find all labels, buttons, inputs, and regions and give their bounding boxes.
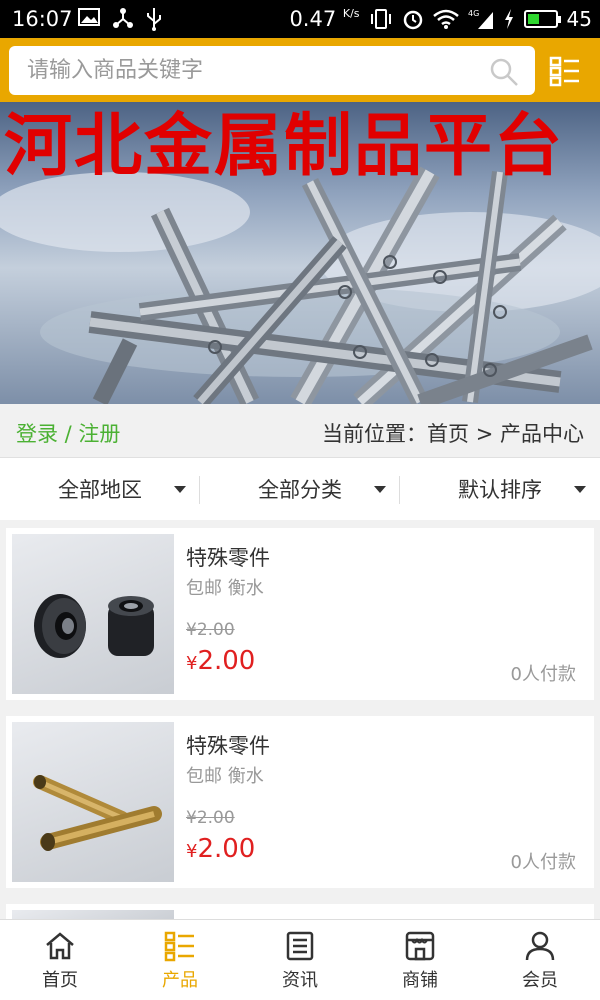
search-icon[interactable] bbox=[489, 57, 519, 87]
product-subtitle: 包邮 衡水 bbox=[186, 578, 264, 599]
breadcrumb: 当前位置：首页 > 产品中心 bbox=[322, 422, 584, 446]
breadcrumb-bar: 登录 / 注册 当前位置：首页 > 产品中心 bbox=[0, 404, 600, 458]
tab-member[interactable]: 会员 bbox=[480, 920, 600, 1000]
currency-symbol: ¥ bbox=[186, 841, 198, 862]
caret-down-icon bbox=[174, 486, 186, 493]
news-icon bbox=[286, 931, 314, 961]
battery-level: 45 bbox=[566, 7, 592, 31]
login-register-link[interactable]: 登录 / 注册 bbox=[16, 418, 120, 448]
share-icon bbox=[113, 8, 133, 28]
filter-region[interactable]: 全部地区 bbox=[0, 458, 200, 520]
product-name[interactable]: 特殊零件 bbox=[186, 730, 270, 760]
caret-down-icon bbox=[574, 486, 586, 493]
product-price: ¥2.00 bbox=[186, 646, 255, 676]
paid-count: 0人付款 bbox=[510, 664, 576, 685]
banner-title: 河北金属制品平台 bbox=[4, 106, 565, 186]
tab-shops-label: 商铺 bbox=[402, 970, 438, 991]
home-icon bbox=[46, 932, 74, 960]
search-box[interactable] bbox=[9, 46, 535, 95]
alarm-icon bbox=[403, 10, 422, 30]
product-image bbox=[12, 722, 174, 882]
filter-sort[interactable]: 默认排序 bbox=[400, 458, 600, 520]
product-card[interactable]: 特殊零件 包邮 衡水 ¥2.00 ¥2.00 0人付款 bbox=[6, 716, 594, 888]
original-price: ¥2.00 bbox=[186, 620, 235, 640]
member-icon bbox=[525, 931, 555, 961]
bottom-tab-bar: 首页 产品 资讯 商铺 会员 bbox=[0, 919, 600, 1000]
net-speed-unit: K/s bbox=[342, 7, 360, 20]
product-name[interactable]: 特殊零件 bbox=[186, 542, 270, 572]
status-time: 16:07 bbox=[12, 7, 73, 31]
tab-shops[interactable]: 商铺 bbox=[360, 920, 480, 1000]
currency-symbol: ¥ bbox=[186, 653, 198, 674]
paid-count: 0人付款 bbox=[510, 852, 576, 873]
image-icon bbox=[78, 8, 100, 26]
search-input[interactable] bbox=[27, 58, 467, 83]
filter-category[interactable]: 全部分类 bbox=[200, 458, 400, 520]
product-list-icon bbox=[164, 931, 194, 962]
filter-bar: 全部地区 全部分类 默认排序 bbox=[0, 458, 600, 520]
battery-fill bbox=[527, 14, 540, 24]
caret-down-icon bbox=[374, 486, 386, 493]
wifi-icon bbox=[432, 9, 459, 29]
status-bar: 16:07 0.47 K/s 4G 45 bbox=[0, 0, 600, 38]
battery-icon bbox=[523, 10, 561, 28]
product-subtitle: 包邮 衡水 bbox=[186, 766, 264, 787]
app-header bbox=[0, 38, 600, 102]
promo-banner[interactable]: 河北金属制品平台 bbox=[0, 102, 600, 404]
product-image bbox=[12, 534, 174, 694]
tab-products-label: 产品 bbox=[162, 970, 198, 991]
tab-home-label: 首页 bbox=[42, 970, 78, 991]
filter-region-label: 全部地区 bbox=[58, 478, 142, 502]
charging-icon bbox=[504, 9, 513, 29]
tab-home[interactable]: 首页 bbox=[0, 920, 120, 1000]
category-menu-icon[interactable] bbox=[549, 55, 581, 87]
tab-news[interactable]: 资讯 bbox=[240, 920, 360, 1000]
signal-icon: 4G bbox=[468, 9, 493, 29]
vibrate-icon bbox=[370, 9, 391, 29]
tab-member-label: 会员 bbox=[522, 970, 558, 991]
shop-icon bbox=[405, 931, 435, 961]
filter-sort-label: 默认排序 bbox=[458, 478, 542, 502]
price-value: 2.00 bbox=[197, 834, 256, 864]
original-price: ¥2.00 bbox=[186, 808, 235, 828]
usb-icon bbox=[147, 8, 161, 31]
filter-category-label: 全部分类 bbox=[258, 478, 342, 502]
net-speed: 0.47 bbox=[289, 7, 337, 31]
network-type: 4G bbox=[468, 9, 479, 18]
product-card[interactable]: 特殊零件 包邮 衡水 ¥2.00 ¥2.00 0人付款 bbox=[6, 528, 594, 700]
tab-products[interactable]: 产品 bbox=[120, 920, 240, 1000]
price-value: 2.00 bbox=[197, 646, 256, 676]
app-screen: 16:07 0.47 K/s 4G 45 请输入商品关键字 河北金属制品平台 登… bbox=[0, 0, 600, 1000]
product-price: ¥2.00 bbox=[186, 834, 255, 864]
tab-news-label: 资讯 bbox=[282, 970, 318, 991]
